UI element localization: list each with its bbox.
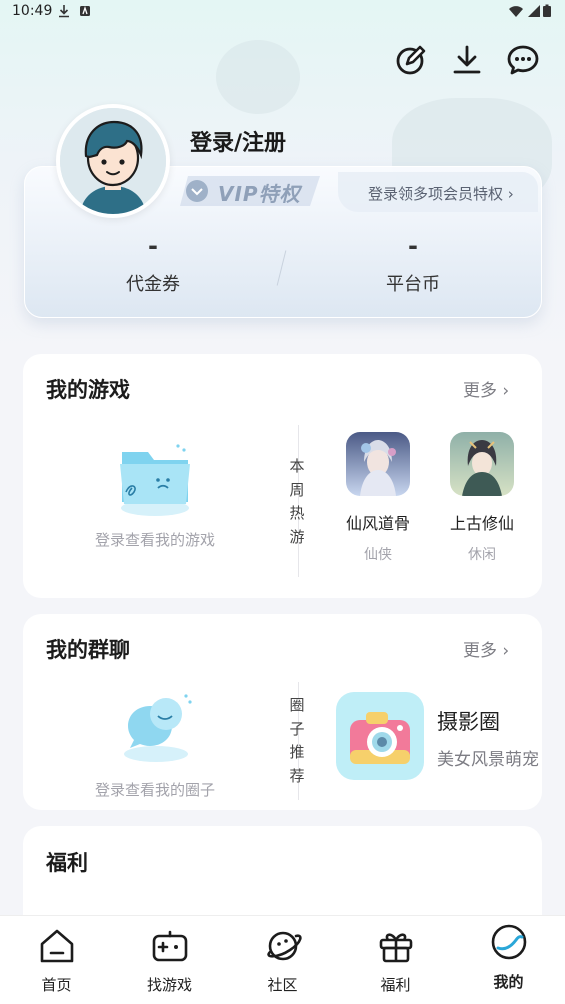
- profile-icon: [489, 922, 529, 962]
- weekly-hot-char: 本: [289, 457, 305, 475]
- nav-item-find-games[interactable]: 找游戏: [113, 916, 226, 1004]
- gift-icon: [376, 926, 416, 966]
- vip-label: VIP特权: [218, 182, 301, 206]
- battery-icon: [543, 4, 551, 17]
- nav-label-active: 我的: [493, 973, 524, 991]
- empty-chat-icon: [124, 694, 192, 762]
- vip-prompt-text[interactable]: 登录领多项会员特权 ›: [368, 183, 514, 204]
- my-groups-title: 我的群聊: [46, 638, 130, 662]
- camera-circle-icon[interactable]: [336, 692, 424, 780]
- nav-label: 首页: [41, 976, 72, 994]
- weekly-hot-char: 热: [289, 504, 305, 522]
- game-tag: 休闲: [468, 547, 496, 563]
- game-icon-xianfeng[interactable]: [346, 432, 410, 496]
- edit-icon[interactable]: [393, 42, 429, 78]
- nav-label: 福利: [380, 976, 411, 994]
- my-groups-empty-text: 登录查看我的圈子: [94, 781, 215, 799]
- weekly-hot-label: 本 周 热 游: [287, 455, 307, 549]
- avatar[interactable]: [56, 104, 170, 218]
- avatar-illustration: [60, 108, 166, 214]
- nav-item-mine[interactable]: 我的: [452, 916, 565, 1004]
- home-icon: [37, 926, 77, 966]
- status-bar: 10:49: [0, 0, 565, 24]
- decorative-game-icon: [216, 40, 300, 114]
- planet-icon: [263, 926, 303, 966]
- status-time: 10:49: [12, 3, 53, 19]
- weekly-hot-char: 游: [289, 527, 305, 546]
- circle-recommend-char: 子: [289, 719, 305, 738]
- coupon-label[interactable]: 代金券: [93, 270, 213, 296]
- circle-recommend-label: 圈 子 推 荐: [287, 694, 307, 788]
- my-games-more-link[interactable]: 更多 ›: [463, 376, 509, 401]
- signal-icon: [528, 5, 540, 17]
- platform-coin-value: -: [408, 232, 418, 260]
- download-icon[interactable]: [449, 42, 485, 78]
- game-name[interactable]: 仙风道骨: [333, 510, 423, 534]
- platform-coin-label[interactable]: 平台币: [353, 270, 473, 296]
- game-name[interactable]: 上古修仙: [437, 510, 527, 534]
- message-icon[interactable]: [505, 42, 541, 78]
- download-status-icon: [59, 5, 69, 18]
- my-games-title: 我的游戏: [46, 378, 130, 402]
- wifi-icon: [509, 6, 523, 17]
- app-status-icon: [80, 5, 90, 16]
- coupon-value: -: [148, 232, 158, 260]
- game-tag: 仙侠: [364, 547, 392, 563]
- login-register-link[interactable]: 登录/注册: [190, 125, 286, 157]
- weekly-hot-char: 周: [289, 480, 305, 499]
- nav-item-community[interactable]: 社区: [226, 916, 339, 1004]
- nav-label: 找游戏: [146, 976, 192, 994]
- nav-label: 社区: [267, 976, 298, 994]
- welfare-title: 福利: [46, 851, 88, 875]
- gamepad-icon: [150, 926, 190, 966]
- circle-recommend-char: 推: [289, 743, 305, 761]
- game-icon-shanggu[interactable]: [450, 432, 514, 496]
- my-groups-more-link[interactable]: 更多 ›: [463, 636, 509, 661]
- nav-item-welfare[interactable]: 福利: [339, 916, 452, 1004]
- empty-folder-icon: [120, 444, 190, 516]
- circle-description: 美女风景萌宠: [437, 750, 539, 770]
- circle-name[interactable]: 摄影圈: [437, 706, 500, 736]
- nav-item-home[interactable]: 首页: [0, 916, 113, 1004]
- circle-recommend-char: 圈: [289, 696, 305, 714]
- circle-recommend-char: 荐: [289, 766, 305, 785]
- my-games-empty-text: 登录查看我的游戏: [94, 531, 215, 549]
- bottom-nav: 首页 找游戏 社区 福利 我的: [0, 915, 565, 1004]
